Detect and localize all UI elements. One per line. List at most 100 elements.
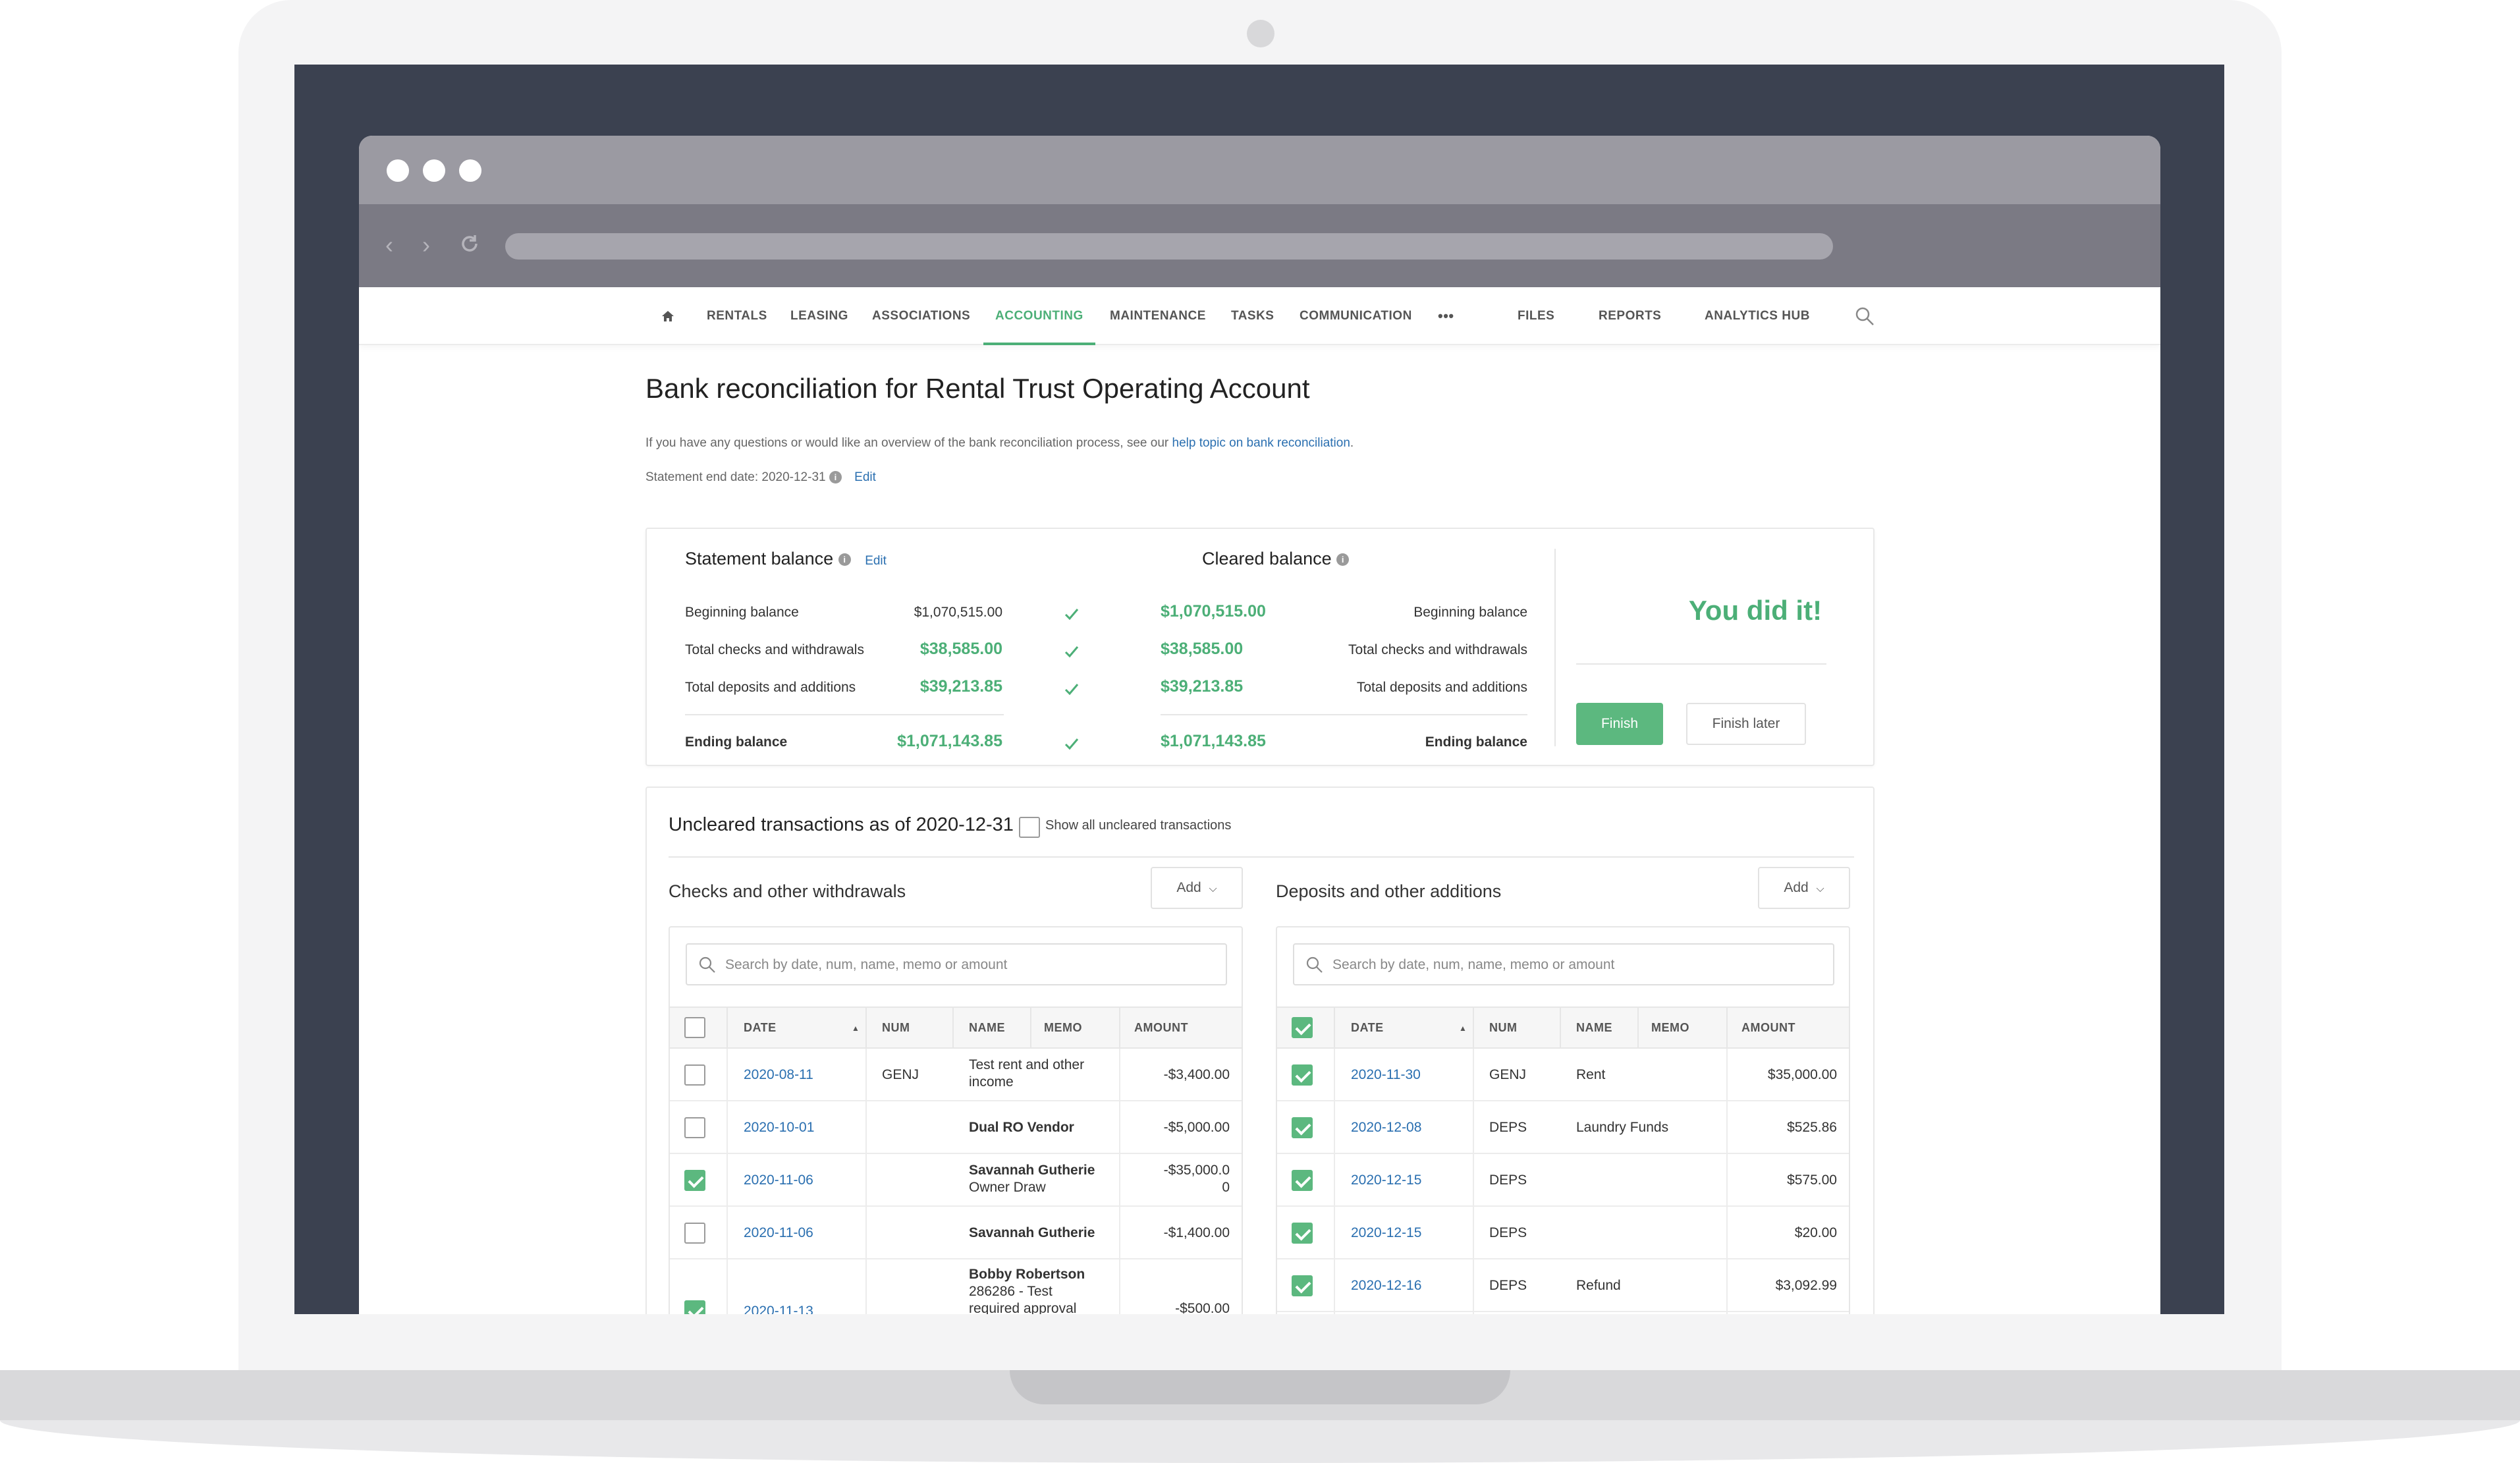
col-name[interactable]: NAME (1576, 1021, 1612, 1035)
row-checkbox[interactable] (1292, 1275, 1313, 1296)
table-row[interactable]: 2020-10-01 Dual RO Vendor -$5,000.00 (670, 1101, 1242, 1154)
col-amount[interactable]: AMOUNT (1741, 1021, 1795, 1035)
column-divider (726, 1008, 728, 1047)
nav-rentals[interactable]: RENTALS (707, 287, 767, 345)
stmt-divider (685, 714, 1004, 715)
search-icon (699, 956, 715, 973)
nav-files[interactable]: FILES (1518, 287, 1554, 345)
cleared-checks-label: Total checks and withdrawals (1348, 642, 1527, 657)
col-date[interactable]: DATE (1351, 1021, 1384, 1035)
col-amount[interactable]: AMOUNT (1134, 1021, 1188, 1035)
col-name[interactable]: NAME (969, 1021, 1005, 1035)
finish-button[interactable]: Finish (1576, 703, 1663, 745)
column-divider (1030, 1008, 1031, 1047)
row-date[interactable]: 2020-11-13 (744, 1303, 813, 1314)
intro-text-body: If you have any questions or would like … (645, 436, 1169, 450)
nav-reports[interactable]: REPORTS (1599, 287, 1661, 345)
row-date[interactable]: 2020-11-06 (744, 1172, 813, 1189)
table-row[interactable]: 2020-11-13 Bobby Robertson 286286 - Test… (670, 1259, 1242, 1314)
row-date[interactable]: 2020-10-01 (744, 1119, 814, 1136)
reload-icon[interactable] (459, 233, 480, 254)
table-row[interactable]: 2020-11-06 Savannah Gutherie Owner Draw … (670, 1154, 1242, 1207)
table-row[interactable]: 2020-12-08 DEPS Laundry Funds $525.86 (1277, 1101, 1849, 1154)
row-checkbox[interactable] (1292, 1223, 1313, 1244)
search-icon[interactable] (1854, 306, 1875, 327)
col-memo[interactable]: MEMO (1044, 1021, 1082, 1035)
deposits-title: Deposits and other additions (1276, 881, 1502, 901)
window-maximize-dot[interactable] (459, 159, 481, 182)
nav-associations[interactable]: ASSOCIATIONS (872, 287, 970, 345)
row-date[interactable]: 2020-08-11 (744, 1066, 813, 1084)
nav-maintenance[interactable]: MAINTENANCE (1110, 287, 1206, 345)
help-topic-link[interactable]: help topic on bank reconciliation (1172, 436, 1350, 450)
window-minimize-dot[interactable] (423, 159, 445, 182)
nav-analytics-hub[interactable]: ANALYTICS HUB (1705, 287, 1810, 345)
add-withdrawal-button[interactable]: Add ⌵ (1151, 867, 1243, 909)
edit-statement-date-link[interactable]: Edit (854, 470, 876, 484)
row-checkbox[interactable] (684, 1064, 705, 1086)
table-row[interactable]: 2020-12-15 DEPS $575.00 (1277, 1154, 1849, 1207)
row-date[interactable]: 2020-11-30 (1351, 1066, 1421, 1084)
select-all-withdrawals-checkbox[interactable] (684, 1017, 705, 1038)
show-all-label[interactable]: Show all uncleared transactions (1045, 818, 1231, 833)
address-bar[interactable] (505, 233, 1833, 260)
table-row[interactable]: 2020-11-30 GENJ Rent $35,000.00 (1277, 1049, 1849, 1101)
row-date[interactable]: 2020-12-15 (1351, 1172, 1421, 1189)
nav-tasks[interactable]: TASKS (1231, 287, 1274, 345)
col-num[interactable]: NUM (882, 1021, 910, 1035)
info-icon[interactable]: i (838, 553, 851, 566)
nav-more[interactable]: ••• (1438, 287, 1454, 345)
add-deposit-button[interactable]: Add ⌵ (1758, 867, 1850, 909)
row-checkbox[interactable] (684, 1170, 705, 1191)
summary-vertical-divider (1554, 549, 1556, 746)
row-date[interactable]: 2020-12-15 (1351, 1225, 1421, 1242)
show-all-checkbox[interactable] (1019, 817, 1040, 838)
row-checkbox[interactable] (1292, 1064, 1313, 1086)
row-checkbox[interactable] (684, 1300, 705, 1314)
row-num: GENJ (1489, 1067, 1527, 1082)
col-num[interactable]: NUM (1489, 1021, 1518, 1035)
column-divider (1726, 1008, 1728, 1047)
sort-asc-icon[interactable]: ▲ (1459, 1024, 1467, 1033)
cleared-balance-heading: Cleared balance i (1202, 549, 1350, 569)
row-amount: -$1,400.00 (1163, 1225, 1230, 1240)
back-icon[interactable]: ‹ (385, 232, 393, 258)
row-name-line: income (969, 1074, 1014, 1090)
table-row[interactable]: 2020-12-15 DEPS $20.00 (1277, 1207, 1849, 1259)
finish-later-button[interactable]: Finish later (1686, 703, 1806, 745)
row-date[interactable]: 2020-12-16 (1351, 1277, 1421, 1294)
nav-communication[interactable]: COMMUNICATION (1300, 287, 1412, 345)
table-row[interactable]: 2020-11-06 Savannah Gutherie -$1,400.00 (670, 1207, 1242, 1259)
window-close-dot[interactable] (387, 159, 409, 182)
table-row[interactable]: 2020-08-11 GENJ Test rent and other inco… (670, 1049, 1242, 1101)
col-memo[interactable]: MEMO (1651, 1021, 1689, 1035)
row-name: Bobby Robertson (969, 1267, 1085, 1282)
row-checkbox[interactable] (684, 1223, 705, 1244)
edit-statement-balance-link[interactable]: Edit (865, 554, 887, 568)
row-name: Savannah Gutherie (969, 1225, 1095, 1240)
browser-toolbar: ‹ › (359, 204, 2160, 287)
select-all-deposits-checkbox[interactable] (1292, 1017, 1313, 1038)
home-icon[interactable] (661, 310, 674, 322)
nav-leasing[interactable]: LEASING (790, 287, 848, 345)
column-divider (952, 1008, 954, 1047)
row-date[interactable]: 2020-11-06 (744, 1225, 813, 1242)
table-row[interactable]: 2020-12-16 DEPS Refund $3,092.99 (1277, 1259, 1849, 1312)
row-checkbox[interactable] (684, 1117, 705, 1138)
search-placeholder: Search by date, num, name, memo or amoun… (1332, 957, 1615, 972)
forward-icon[interactable]: › (422, 232, 430, 258)
nav-accounting[interactable]: ACCOUNTING (983, 287, 1095, 345)
row-checkbox[interactable] (1292, 1170, 1313, 1191)
check-icon (1064, 646, 1079, 658)
stmt-deposits-label: Total deposits and additions (685, 680, 856, 695)
row-date[interactable]: 2020-12-08 (1351, 1119, 1421, 1136)
sort-asc-icon[interactable]: ▲ (852, 1024, 860, 1033)
deposits-search-input[interactable]: Search by date, num, name, memo or amoun… (1293, 943, 1834, 985)
row-num: GENJ (882, 1067, 919, 1082)
info-icon[interactable]: i (1336, 553, 1350, 566)
check-icon (1064, 609, 1079, 621)
col-date[interactable]: DATE (744, 1021, 777, 1035)
row-checkbox[interactable] (1292, 1117, 1313, 1138)
withdrawals-search-input[interactable]: Search by date, num, name, memo or amoun… (686, 943, 1227, 985)
info-icon[interactable]: i (829, 471, 842, 484)
